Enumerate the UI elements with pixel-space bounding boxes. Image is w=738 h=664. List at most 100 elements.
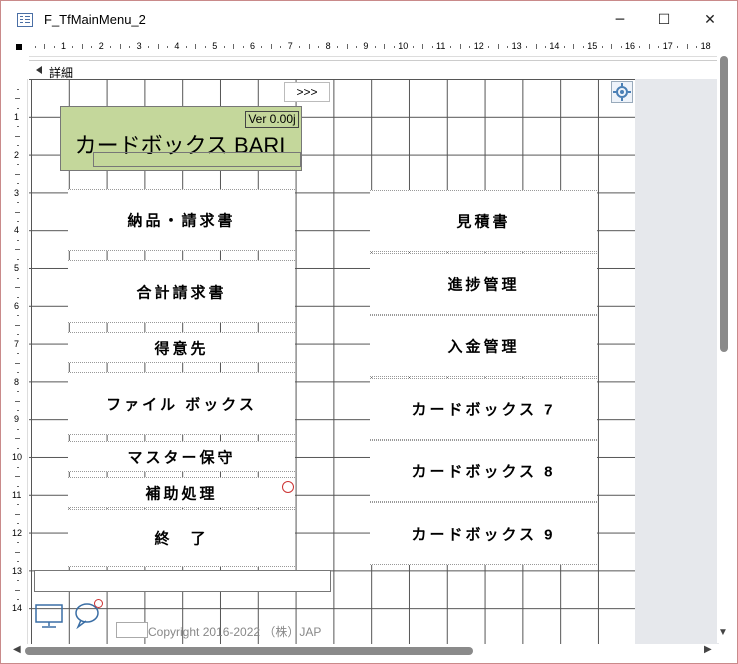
- invoice-button-label: 納品・請求書: [127, 212, 236, 230]
- ruler-number: 6: [250, 41, 256, 51]
- customer-button-label: 得意先: [154, 340, 209, 357]
- ruler-tick: [497, 44, 499, 49]
- copyright-label[interactable]: Copyright 2016-2022 （株）JAP: [148, 623, 321, 640]
- total-invoice-button[interactable]: 合計請求書: [68, 260, 295, 323]
- vertical-ruler[interactable]: 1 2 3 4 5 6 7 8 9 10 11 12 13 14: [11, 79, 28, 644]
- ruler-number: 14: [12, 603, 23, 614]
- scroll-down-icon[interactable]: ▼: [718, 627, 728, 638]
- ruler-tick: [15, 513, 20, 515]
- version-label[interactable]: Ver 0.00j: [245, 111, 299, 128]
- window-title: F_TfMainMenu_2: [44, 12, 146, 27]
- ruler-number: 18: [700, 41, 711, 51]
- file-box-button[interactable]: ファイル ボックス: [68, 372, 295, 435]
- ruler-tick: [422, 44, 424, 49]
- customer-button[interactable]: 得意先: [68, 332, 295, 363]
- unused-area: [635, 79, 719, 644]
- collapse-arrow-icon[interactable]: [36, 66, 42, 74]
- cardbox-9-button[interactable]: カードボックス 9: [370, 502, 597, 565]
- form-selector[interactable]: [11, 39, 29, 56]
- ruler-tick: [119, 44, 121, 49]
- ruler-number: 16: [625, 41, 636, 51]
- ruler-tick: [166, 46, 168, 48]
- payment-button[interactable]: 入金管理: [370, 315, 597, 377]
- cardbox-7-button[interactable]: カードボックス 7: [370, 378, 597, 440]
- invoice-button[interactable]: 納品・請求書: [68, 189, 295, 251]
- computer-icon[interactable]: [34, 603, 64, 629]
- ruler-number: 7: [14, 338, 20, 349]
- ruler-tick: [17, 183, 19, 185]
- ruler-tick: [15, 249, 20, 251]
- ruler-tick: [17, 485, 19, 487]
- ruler-tick: [91, 46, 93, 48]
- ruler-tick: [15, 551, 20, 553]
- auxiliary-process-button[interactable]: 補助処理: [68, 477, 295, 508]
- scroll-left-icon[interactable]: ◀: [13, 644, 21, 655]
- close-button[interactable]: ✕: [687, 1, 733, 39]
- minimize-button[interactable]: ─: [597, 1, 643, 39]
- ruler-tick: [17, 428, 19, 430]
- ruler-tick: [148, 46, 150, 48]
- ruler-tick: [17, 561, 19, 563]
- ruler-tick: [17, 580, 19, 582]
- cardbox-8-button[interactable]: カードボックス 8: [370, 440, 597, 502]
- ruler-tick: [15, 476, 20, 478]
- ruler-number: 8: [14, 376, 20, 387]
- ruler-tick: [15, 324, 20, 326]
- ruler-number: 11: [12, 490, 22, 500]
- ruler-number: 5: [212, 41, 218, 51]
- gear-icon[interactable]: [611, 81, 633, 103]
- ruler-tick: [384, 44, 386, 49]
- total-invoice-button-label: 合計請求書: [136, 284, 227, 301]
- ruler-tick: [17, 372, 19, 374]
- auxiliary-process-button-label: 補助処理: [145, 485, 218, 502]
- exit-button[interactable]: 終 了: [68, 509, 295, 567]
- ruler-tick: [318, 46, 320, 48]
- ruler-number: 7: [287, 41, 293, 51]
- ruler-tick: [129, 46, 131, 48]
- maximize-button[interactable]: ☐: [641, 1, 687, 39]
- ruler-tick: [677, 46, 679, 48]
- ruler-tick: [17, 220, 19, 222]
- progress-button-label: 進捗管理: [447, 276, 520, 294]
- marker-icon[interactable]: [94, 599, 103, 608]
- ruler-tick: [17, 126, 19, 128]
- ruler-tick: [17, 409, 19, 411]
- marker-icon[interactable]: [282, 481, 294, 493]
- next-page-button[interactable]: >>>: [284, 82, 330, 102]
- ruler-tick: [53, 46, 55, 48]
- ruler-tick: [185, 46, 187, 48]
- footer-textbox[interactable]: [34, 570, 331, 592]
- ruler-number: 13: [12, 565, 23, 576]
- ruler-tick: [223, 46, 225, 48]
- ruler-tick: [563, 46, 565, 48]
- master-maintenance-button[interactable]: マスター保守: [68, 441, 295, 472]
- vertical-scroll-thumb[interactable]: [720, 56, 728, 352]
- ruler-tick: [15, 135, 20, 137]
- ruler-tick: [601, 46, 603, 48]
- ruler-tick: [17, 504, 19, 506]
- ruler-number: 5: [14, 263, 20, 274]
- ruler-number: 9: [363, 41, 369, 51]
- detail-section-header[interactable]: 詳細: [29, 60, 719, 81]
- ruler-tick: [412, 46, 414, 48]
- ruler-tick: [337, 46, 339, 48]
- scroll-right-icon[interactable]: ▶: [704, 644, 712, 655]
- ruler-tick: [110, 46, 112, 48]
- ruler-number: 12: [473, 41, 484, 51]
- ruler-tick: [280, 46, 282, 48]
- ruler-tick: [507, 46, 509, 48]
- ruler-number: 12: [12, 527, 23, 538]
- ruler-number: 1: [61, 41, 67, 51]
- horizontal-scroll-thumb[interactable]: [25, 647, 473, 655]
- ruler-tick: [17, 466, 19, 468]
- ruler-tick: [15, 589, 20, 591]
- copyright-image-box[interactable]: [116, 622, 148, 638]
- ruler-tick: [299, 46, 301, 48]
- ruler-tick: [686, 44, 688, 49]
- estimate-button[interactable]: 見積書: [370, 190, 597, 252]
- horizontal-ruler[interactable]: 1 2 3 4 5 6 7 8 9 10 11 12 13 14 15 16 17 18: [29, 39, 719, 57]
- progress-button[interactable]: 進捗管理: [370, 253, 597, 315]
- payment-button-label: 入金管理: [447, 338, 520, 356]
- ruler-number: 2: [98, 41, 104, 51]
- subtitle-textbox[interactable]: [93, 152, 301, 167]
